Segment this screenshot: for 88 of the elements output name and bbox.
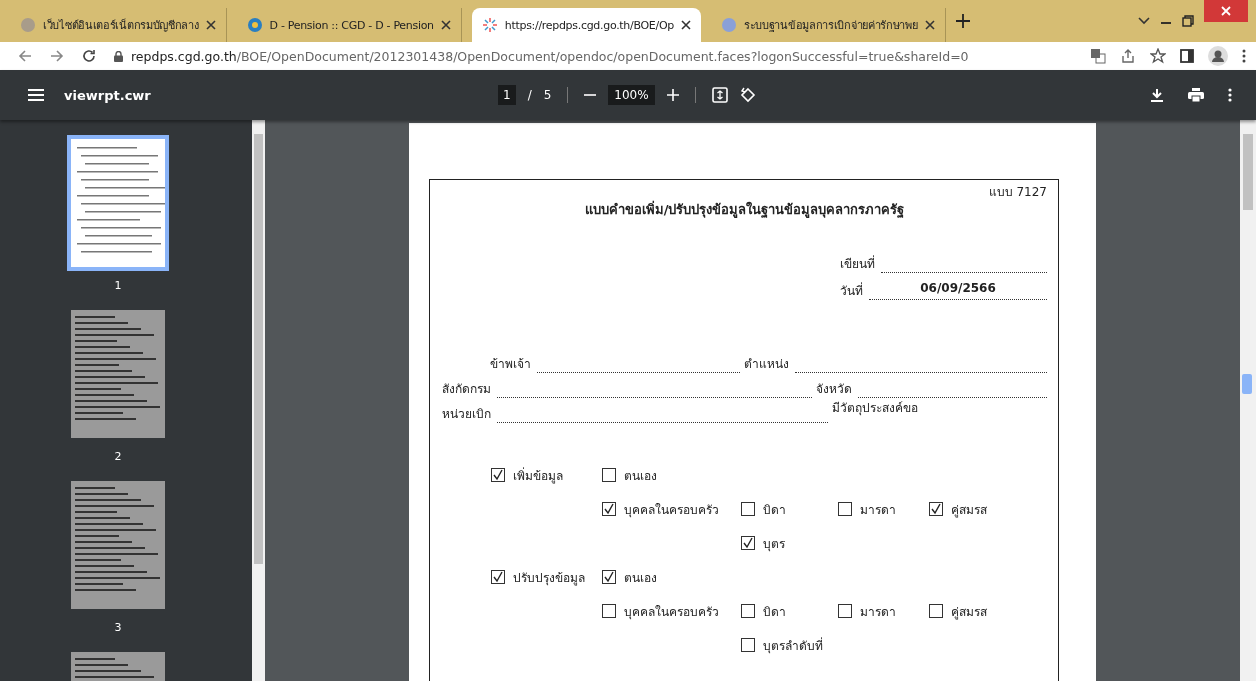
fit-page-icon[interactable] [711,87,728,103]
checkbox[interactable] [929,604,943,618]
field-label: หน่วยเบิก [442,406,491,423]
checkbox-label: บิดา [763,501,786,519]
checkbox[interactable] [602,604,616,618]
checkbox[interactable] [491,570,505,584]
new-tab-icon[interactable] [955,14,970,28]
checkbox-label: ตนเอง [624,467,657,485]
share-icon[interactable] [1120,48,1136,64]
site-icon [481,17,498,33]
close-icon[interactable] [205,20,216,30]
field-label: สังกัดกรม [442,381,491,398]
reload-icon[interactable] [82,49,96,63]
site-icon [246,17,263,33]
forward-icon[interactable] [50,49,64,63]
close-button[interactable] [1204,0,1248,22]
address-field[interactable]: repdps.cgd.go.th/BOE/OpenDocument/2012301438/OpenDocument/opendoc/openDocument.faces?logonSuccessful=true&shareId=0 [114,44,1072,68]
restore-icon[interactable] [1182,15,1194,27]
checkbox-label: ตนเอง [624,569,657,587]
more-icon[interactable] [1242,49,1246,63]
zoom-field[interactable]: 100% [608,85,655,105]
field-label: เขียนที่ [840,254,875,273]
close-icon[interactable] [680,20,691,30]
checkbox-label: คู่สมรส [951,501,987,519]
site-icon [20,17,36,33]
checkbox[interactable] [838,502,852,516]
checkbox-label: บิดา [763,603,786,621]
checkbox-label: มารดา [860,603,896,621]
profile-icon[interactable] [1208,46,1228,66]
download-icon[interactable] [1150,88,1164,102]
page-number-field[interactable]: 1 [498,85,516,105]
checkbox-label: เพิ่มข้อมูล [513,466,563,485]
field-label: ข้าพเจ้า [490,356,531,373]
tab-title: D - Pension :: CGD - D - Pension [269,18,434,32]
zoom-in-icon[interactable] [666,89,679,101]
checkbox[interactable] [741,536,755,550]
checkbox-label: มารดา [860,501,896,519]
field-label: จังหวัด [816,381,852,398]
checkbox-label: บุคคลในครอบครัว [624,501,719,519]
tab-title: https://repdps.cgd.go.th/BOE/Op [504,18,674,32]
rotate-icon[interactable] [739,87,756,103]
checkbox[interactable] [491,468,505,482]
scrollbar[interactable] [252,120,265,681]
checkbox[interactable] [838,604,852,618]
close-icon [1221,6,1231,16]
close-icon[interactable] [440,20,451,30]
browser-tab[interactable]: https://repdps.cgd.go.th/BOE/Op [471,8,701,42]
url-path: /BOE/OpenDocument/2012301438/OpenDocument/opendoc/openDocument.faces?logonSuccessful=true&shareId=0 [236,48,969,64]
checkbox-label: คู่สมรส [951,603,987,621]
field-label: ตำแหน่ง [744,356,789,373]
checkbox[interactable] [741,502,755,516]
checkbox[interactable] [602,468,616,482]
field-value: 06/09/2566 [920,281,996,295]
print-icon[interactable] [1188,88,1204,102]
tab-title: เว็บไซต์อินเตอร์เน็ตกรมบัญชีกลาง [43,17,199,34]
url-host: repdps.cgd.go.th [131,48,237,64]
checkbox-label: บุคคลในครอบครัว [624,603,719,621]
page-count: 5 [543,88,552,102]
translate-icon[interactable] [1090,48,1106,64]
checkbox[interactable] [602,502,616,516]
star-icon[interactable] [1150,48,1166,64]
field-label: มีวัตถุประสงค์ขอ [832,400,918,417]
checkbox-label: ปรับปรุงข้อมูล [513,569,585,587]
checkbox-label: บุตรลำดับที่ [763,636,823,655]
page-number: 2 [114,450,122,463]
page-number: 3 [114,621,122,634]
menu-icon[interactable] [28,89,44,101]
back-icon[interactable] [18,49,32,63]
more-icon[interactable] [1228,88,1232,102]
lock-icon [114,50,123,62]
site-icon [720,17,737,33]
file-name: viewrpt.cwr [64,87,151,103]
close-icon[interactable] [924,20,935,30]
checkbox[interactable] [741,604,755,618]
fill-in-line[interactable]: 06/09/2566 [869,281,1047,300]
checkbox[interactable] [602,570,616,584]
page-separator: / [527,88,532,102]
tab-title: ระบบฐานข้อมูลการเบิกจ่ายค่ารักษาพย [743,18,918,34]
checkbox[interactable] [929,502,943,516]
chevron-down-icon[interactable] [1138,17,1150,25]
page-number: 1 [114,279,122,292]
scrollbar[interactable] [1240,120,1256,681]
form-title: แบบคำขอเพิ่ม/ปรับปรุงข้อมูลในฐานข้อมูลบุคลากรภาครัฐ [583,199,906,220]
side-panel-icon[interactable] [1180,49,1194,63]
checkbox[interactable] [741,638,755,652]
field-label: วันที่ [840,281,863,300]
checkbox-label: บุตร [763,535,785,553]
form-code: แบบ 7127 [987,184,1047,201]
